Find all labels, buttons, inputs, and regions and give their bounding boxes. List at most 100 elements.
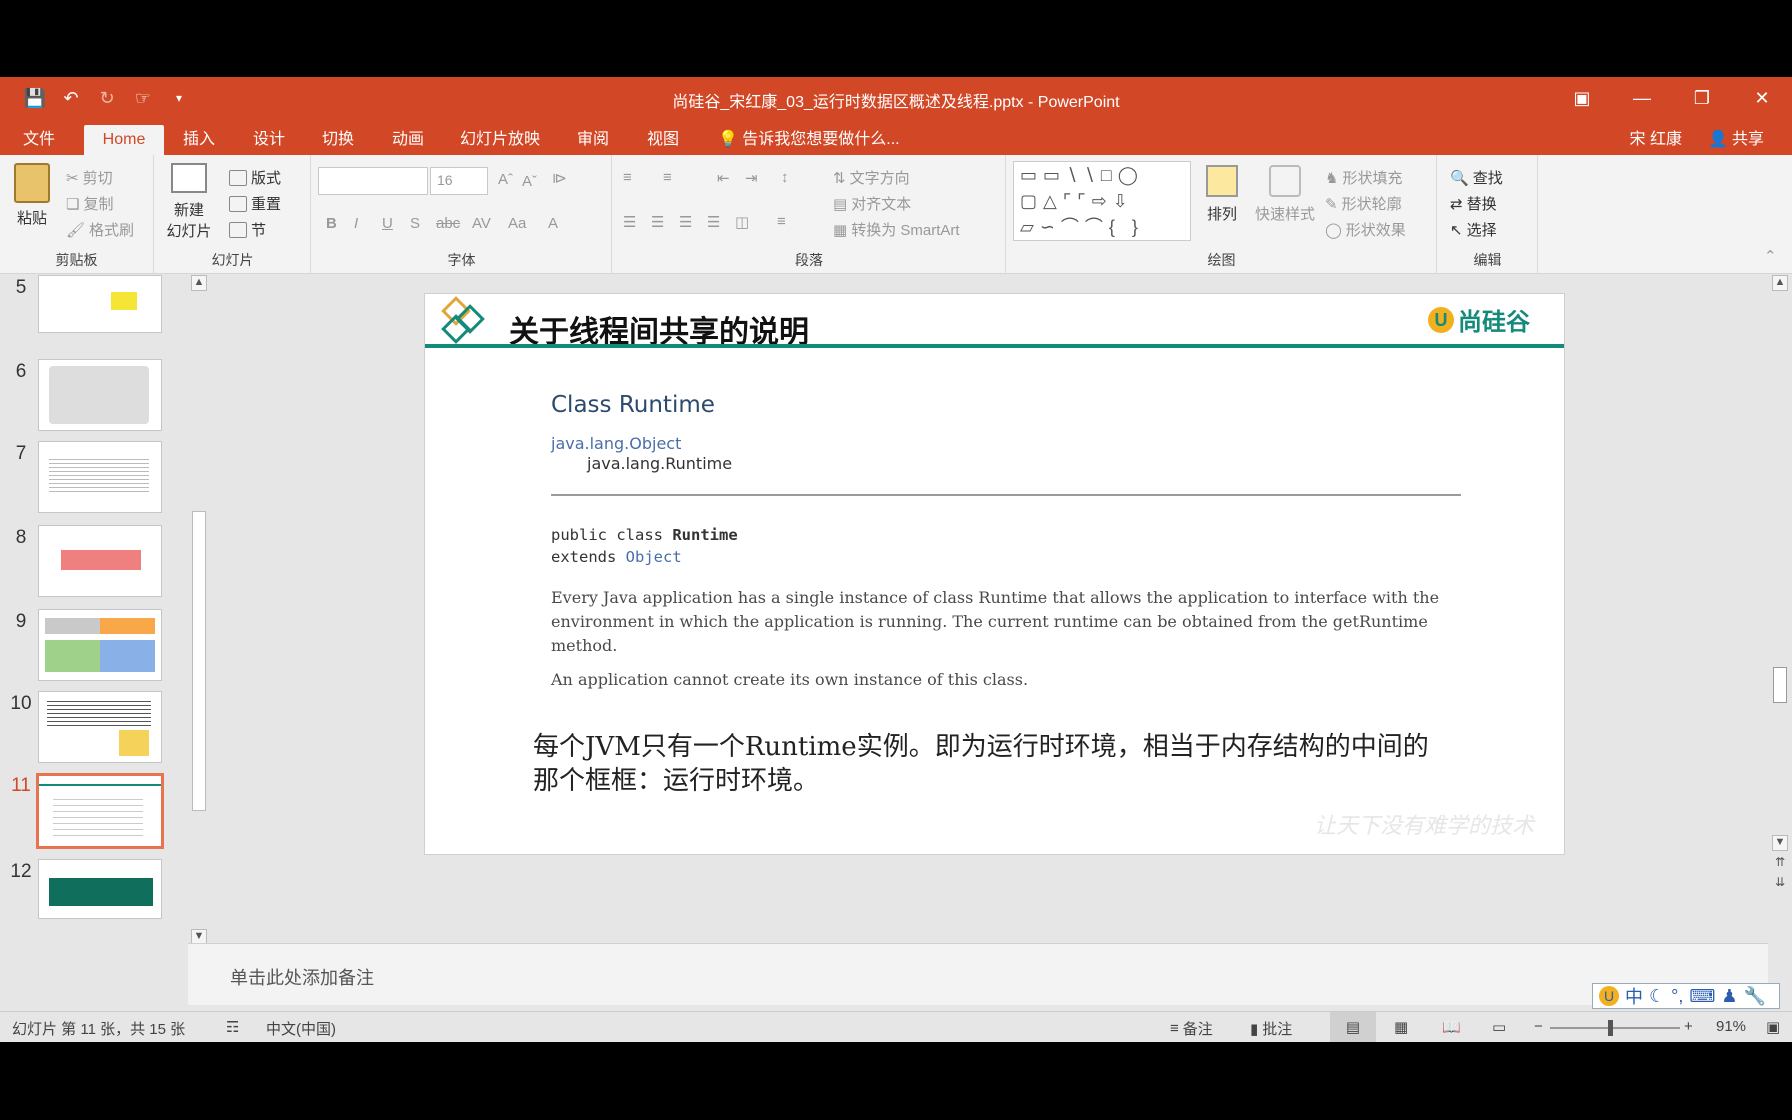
notes-placeholder[interactable]: 单击此处添加备注 <box>230 964 374 990</box>
convert-smartart-button[interactable]: ▦ 转换为 SmartArt <box>833 219 960 240</box>
notes-pane[interactable]: 单击此处添加备注 <box>188 943 1768 1005</box>
align-center-icon[interactable]: ☰ <box>651 213 664 231</box>
reading-view-icon[interactable]: 📖 <box>1442 1018 1461 1036</box>
moon-icon[interactable]: ☾ <box>1649 986 1665 1007</box>
zoom-slider-thumb[interactable] <box>1608 1020 1613 1036</box>
change-case-icon[interactable]: Aa <box>508 215 526 232</box>
slide-sorter-icon[interactable]: ▦ <box>1394 1018 1408 1036</box>
decrease-indent-icon[interactable]: ⇤ <box>717 169 730 187</box>
user-icon[interactable]: ♟ <box>1721 986 1737 1007</box>
font-color-icon[interactable]: A <box>548 215 558 232</box>
maximize-button[interactable]: ❐ <box>1672 77 1732 119</box>
share-button[interactable]: 👤 共享 <box>1708 125 1764 155</box>
align-right-icon[interactable]: ☰ <box>679 213 692 231</box>
scroll-up-icon[interactable]: ▲ <box>191 275 207 291</box>
text-direction-button[interactable]: ⇅ 文字方向 <box>833 167 910 188</box>
fit-slide-icon[interactable]: ▣ <box>1766 1018 1780 1036</box>
align-left-icon[interactable]: ☰ <box>623 213 636 231</box>
font-name-combo[interactable] <box>318 167 428 195</box>
find-button[interactable]: 🔍 查找 <box>1450 167 1503 188</box>
tab-transitions[interactable]: 切换 <box>313 125 363 155</box>
replace-button[interactable]: ⇄ 替换 <box>1450 193 1497 214</box>
italic-icon[interactable]: I <box>354 215 358 232</box>
format-painter-button[interactable]: 🖌 格式刷 <box>66 219 134 240</box>
normal-view-icon[interactable]: ▤ <box>1330 1012 1376 1042</box>
slideshow-icon[interactable]: ▭ <box>1492 1018 1506 1036</box>
shapes-gallery[interactable]: ▭▭∖∖□◯ ▢△⌜⌜⇨⇩ ▱∽⌒⌒{ } <box>1013 161 1191 241</box>
shape-outline-button[interactable]: ✎ 形状轮廓 <box>1325 193 1402 214</box>
clear-formatting-icon[interactable]: ⧐ <box>552 169 567 187</box>
arrange-button[interactable]: 排列 <box>1197 165 1247 224</box>
scroll-down-icon[interactable]: ▼ <box>1772 835 1788 851</box>
scroll-up-icon[interactable]: ▲ <box>1772 275 1788 291</box>
comments-toggle[interactable]: ▮ 批注 <box>1250 1018 1292 1039</box>
shadow-icon[interactable]: S <box>410 215 420 232</box>
tab-slideshow[interactable]: 幻灯片放映 <box>455 125 545 155</box>
slide-thumbnail[interactable] <box>38 275 162 333</box>
slide-thumbnail[interactable] <box>38 859 162 919</box>
align-text-button[interactable]: ▤ 对齐文本 <box>833 193 911 214</box>
slide-thumbnail-selected[interactable] <box>36 773 164 849</box>
underline-icon[interactable]: U <box>382 215 393 232</box>
slide-thumbnail[interactable] <box>38 359 162 431</box>
bold-icon[interactable]: B <box>326 215 337 232</box>
quick-styles-button[interactable]: 快速样式 <box>1253 165 1317 224</box>
notes-toggle[interactable]: ≡ 备注 <box>1170 1018 1213 1039</box>
columns-icon[interactable]: ◫ <box>735 213 749 231</box>
close-button[interactable]: ✕ <box>1732 77 1792 119</box>
minimize-button[interactable]: — <box>1612 77 1672 119</box>
section-button[interactable]: 节 <box>229 219 266 240</box>
spellcheck-icon[interactable]: ☶ <box>226 1018 239 1036</box>
grow-font-icon[interactable]: Aˆ <box>498 171 513 188</box>
language-indicator[interactable]: 中文(中国) <box>266 1018 336 1039</box>
char-spacing-icon[interactable]: AV <box>472 215 491 232</box>
tell-me-search[interactable]: 💡 告诉我您想要做什么... <box>714 125 904 155</box>
previous-slide-icon[interactable]: ⇈ <box>1772 855 1788 871</box>
slide-thumbnail[interactable] <box>38 691 162 763</box>
shape-effects-button[interactable]: ◯ 形状效果 <box>1325 219 1406 240</box>
tab-view[interactable]: 视图 <box>638 125 688 155</box>
collapse-ribbon-icon[interactable]: ⌃ <box>1764 247 1777 265</box>
shrink-font-icon[interactable]: Aˇ <box>522 173 537 190</box>
numbering-icon[interactable]: ≡ <box>663 169 672 186</box>
select-button[interactable]: ↖ 选择 <box>1450 219 1497 240</box>
punctuation-icon[interactable]: °, <box>1671 986 1683 1007</box>
tab-animations[interactable]: 动画 <box>383 125 433 155</box>
ime-mode[interactable]: 中 <box>1625 983 1643 1009</box>
justify-icon[interactable]: ☰ <box>707 213 720 231</box>
ime-toolbar[interactable]: U 中 ☾ °, ⌨ ♟ 🔧 <box>1592 983 1780 1009</box>
thumbnails-scrollbar[interactable]: ▲ ▼ <box>189 275 209 945</box>
bullets-icon[interactable]: ≡ <box>623 169 632 186</box>
reset-button[interactable]: 重置 <box>229 193 281 214</box>
distributed-icon[interactable]: ≡ <box>777 213 786 230</box>
ribbon-display-options-icon[interactable]: ▣ <box>1552 77 1612 119</box>
strikethrough-icon[interactable]: abc <box>436 215 460 232</box>
zoom-in-button[interactable]: + <box>1684 1018 1693 1035</box>
new-slide-button[interactable]: 新建 幻灯片 <box>161 163 217 241</box>
slide-thumbnail[interactable] <box>38 525 162 597</box>
layout-button[interactable]: 版式 <box>229 167 281 188</box>
slide-thumbnail[interactable] <box>38 441 162 513</box>
paste-button[interactable]: 粘贴 <box>10 163 54 228</box>
tab-home[interactable]: Home <box>84 125 164 155</box>
zoom-out-button[interactable]: − <box>1534 1018 1543 1035</box>
next-slide-icon[interactable]: ⇊ <box>1772 875 1788 891</box>
line-spacing-icon[interactable]: ↕ <box>781 169 789 186</box>
scroll-thumb[interactable] <box>1773 667 1787 703</box>
copy-button[interactable]: ❏ 复制 <box>66 193 113 214</box>
zoom-slider[interactable] <box>1550 1020 1680 1036</box>
shape-fill-button[interactable]: ♞ 形状填充 <box>1325 167 1402 188</box>
keyboard-icon[interactable]: ⌨ <box>1689 986 1715 1007</box>
font-size-combo[interactable]: 16 <box>430 167 488 195</box>
zoom-level[interactable]: 91% <box>1716 1018 1746 1035</box>
user-name[interactable]: 宋 红康 <box>1630 125 1682 155</box>
tab-file[interactable]: 文件 <box>14 125 64 155</box>
tab-insert[interactable]: 插入 <box>174 125 224 155</box>
slide-canvas[interactable]: 关于线程间共享的说明 U 尚硅谷 Class Runtime java.lang… <box>424 293 1565 855</box>
increase-indent-icon[interactable]: ⇥ <box>745 169 758 187</box>
tab-review[interactable]: 审阅 <box>568 125 618 155</box>
scroll-thumb[interactable] <box>192 511 206 811</box>
slide-scrollbar[interactable]: ▲ ▼ ⇈ ⇊ <box>1768 275 1792 945</box>
wrench-icon[interactable]: 🔧 <box>1743 986 1765 1007</box>
cut-button[interactable]: ✂ 剪切 <box>66 167 113 188</box>
